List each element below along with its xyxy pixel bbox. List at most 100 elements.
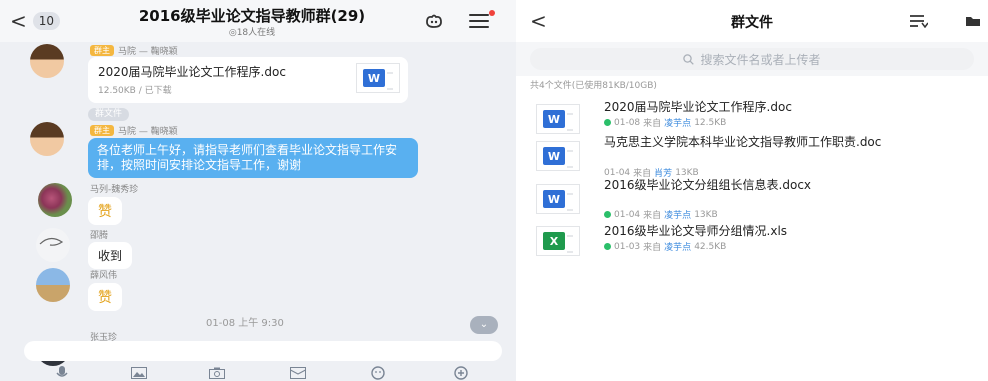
emoji-message-bubble[interactable]: 赞 [88, 283, 122, 311]
avatar[interactable] [30, 44, 64, 78]
red-packet-glyph [290, 367, 306, 379]
file-size: 42.5KB [694, 241, 727, 252]
downloaded-icon [604, 243, 611, 250]
sender-name: 马列-魏秀珍 [90, 185, 139, 195]
upload-icon[interactable] [964, 12, 982, 30]
group-app-icon[interactable] [423, 11, 445, 31]
uploader-link[interactable]: 凌芋点 [664, 240, 691, 253]
word-file-icon: W [536, 104, 580, 134]
file-meta: 01-04 来自 凌芋点 13KB [604, 208, 718, 221]
chat-title: 2016级毕业论文指导教师群(29) [138, 7, 366, 25]
chevron-down-icon: ⌄ [479, 319, 489, 330]
message-input[interactable] [24, 341, 502, 361]
word-file-icon: W [536, 141, 580, 171]
back-button[interactable]: < 10 [10, 9, 61, 33]
word-file-icon: W [536, 184, 580, 214]
file-date: 01-04 [604, 167, 631, 178]
file-row[interactable]: W 马克思主义学院本科毕业论文指导教师工作职责.doc 01-04 来自 肖芳 … [516, 135, 988, 180]
chat-header: < 10 2016级毕业论文指导教师群(29) ◎18人在线 [0, 0, 516, 42]
file-size: 12.5KB [694, 117, 727, 128]
owner-tag: 群主 [90, 45, 114, 56]
sender-name: 薛风伟 [90, 271, 118, 281]
text-message-bubble[interactable]: 收到 [88, 242, 133, 269]
group-file-pill[interactable]: 群文件 [88, 108, 130, 121]
file-size: 13KB [675, 167, 699, 178]
emoji-glyph [371, 366, 385, 380]
sender-name: 马院 — 鞠晓颖 [118, 127, 178, 137]
message-sender: 群主 马院 — 鞠晓颖 [90, 124, 178, 137]
emoji-icon[interactable] [369, 366, 387, 380]
image-icon[interactable] [130, 366, 148, 380]
back-arrow-icon: < [10, 9, 27, 33]
scroll-down-button[interactable]: ⌄ [470, 316, 498, 334]
downloaded-icon [604, 211, 611, 218]
file-name: 2020届马院毕业论文工作程序.doc [604, 100, 792, 114]
thumbs-up-emoji-icon: 赞 [98, 204, 112, 220]
avatar[interactable] [36, 268, 70, 302]
sender-name: 马院 — 鞠晓颖 [118, 47, 178, 57]
screenshot-root: < 10 2016级毕业论文指导教师群(29) ◎18人在线 群主 马院 — 鞠… [0, 0, 988, 381]
sort-icon[interactable] [908, 12, 930, 30]
search-placeholder: 搜索文件名或者上传者 [700, 52, 821, 67]
file-date: 01-08 [614, 117, 641, 128]
file-date: 01-03 [614, 241, 641, 252]
file-meta: 12.50KB / 已下载 [98, 86, 172, 96]
red-packet-icon[interactable] [289, 366, 307, 380]
word-badge: W [543, 110, 565, 128]
text-message-bubble[interactable]: 各位老师上午好，请指导老师们查看毕业论文指导工作安排，按照时间安排论文指导工作，… [88, 138, 418, 178]
sender-name: 邵腾 [90, 231, 109, 241]
chat-toolbar [0, 365, 516, 381]
file-from: 来自 [643, 211, 662, 221]
file-name: 2016级毕业论文导师分组情况.xls [604, 224, 788, 238]
file-name: 马克思主义学院本科毕业论文指导教师工作职责.doc [604, 135, 882, 149]
file-row[interactable]: W 2020届马院毕业论文工作程序.doc 01-08 来自 凌芋点 12.5K… [516, 96, 988, 136]
sketch-avatar-glyph [39, 237, 64, 246]
file-message-bubble[interactable]: 2020届马院毕业论文工作程序.doc 12.50KB / 已下载 W [88, 57, 408, 103]
file-date: 01-04 [614, 209, 641, 220]
emoji-message-bubble[interactable]: 赞 [88, 197, 122, 225]
file-name: 2016级毕业论文分组组长信息表.docx [604, 178, 812, 192]
menu-button[interactable] [468, 10, 495, 31]
mic-icon[interactable] [53, 366, 71, 380]
mic-glyph [56, 366, 68, 377]
avatar[interactable] [38, 183, 72, 217]
file-name: 2020届马院毕业论文工作程序.doc [98, 65, 286, 79]
excel-file-icon: X [536, 226, 580, 256]
message-sender: 群主 马院 — 鞠晓颖 [90, 44, 178, 57]
group-chat-panel: < 10 2016级毕业论文指导教师群(29) ◎18人在线 群主 马院 — 鞠… [0, 0, 516, 381]
sort-glyph [910, 15, 928, 28]
file-from: 来自 [643, 119, 662, 129]
word-badge: W [543, 147, 565, 165]
file-row[interactable]: X 2016级毕业论文导师分组情况.xls 01-03 来自 凌芋点 42.5K… [516, 224, 988, 260]
file-list: 共4个文件(已使用81KB/10GB) W 2020届马院毕业论文工作程序.do… [516, 76, 988, 381]
uploader-link[interactable]: 凌芋点 [664, 208, 691, 221]
online-count: ◎18人在线 [228, 28, 276, 38]
uploader-link[interactable]: 凌芋点 [664, 116, 691, 129]
group-files-panel: < 群文件 搜索文件名或者上传者 共4个文件(已使用81KB/10GB) W 2… [516, 0, 988, 381]
camera-icon[interactable] [208, 366, 226, 380]
search-input[interactable]: 搜索文件名或者上传者 [530, 48, 974, 70]
search-icon [683, 53, 695, 65]
file-meta: 01-03 来自 凌芋点 42.5KB [604, 240, 726, 253]
file-from: 来自 [643, 243, 662, 253]
group-app-glyph [426, 14, 442, 28]
file-count: 共4个文件(已使用81KB/10GB) [530, 81, 657, 91]
word-file-icon: W [356, 63, 400, 93]
avatar[interactable] [30, 122, 64, 156]
plus-glyph [454, 366, 468, 380]
notification-dot [489, 10, 495, 16]
plus-icon[interactable] [452, 366, 470, 380]
unread-count-badge: 10 [32, 12, 61, 30]
upload-glyph [966, 17, 980, 26]
files-header: < 群文件 [516, 0, 988, 42]
word-badge: W [363, 69, 385, 87]
image-glyph [131, 367, 147, 379]
file-meta: 01-08 来自 凌芋点 12.5KB [604, 116, 726, 129]
avatar[interactable] [36, 228, 70, 262]
owner-tag: 群主 [90, 125, 114, 136]
file-size: 13KB [694, 209, 718, 220]
file-row[interactable]: W 2016级毕业论文分组组长信息表.docx 01-04 来自 凌芋点 13K… [516, 178, 988, 224]
menu-icon [469, 10, 495, 28]
time-separator: 01-08 上午 9:30 [206, 318, 284, 329]
thumbs-up-emoji-icon: 赞 [98, 290, 112, 306]
